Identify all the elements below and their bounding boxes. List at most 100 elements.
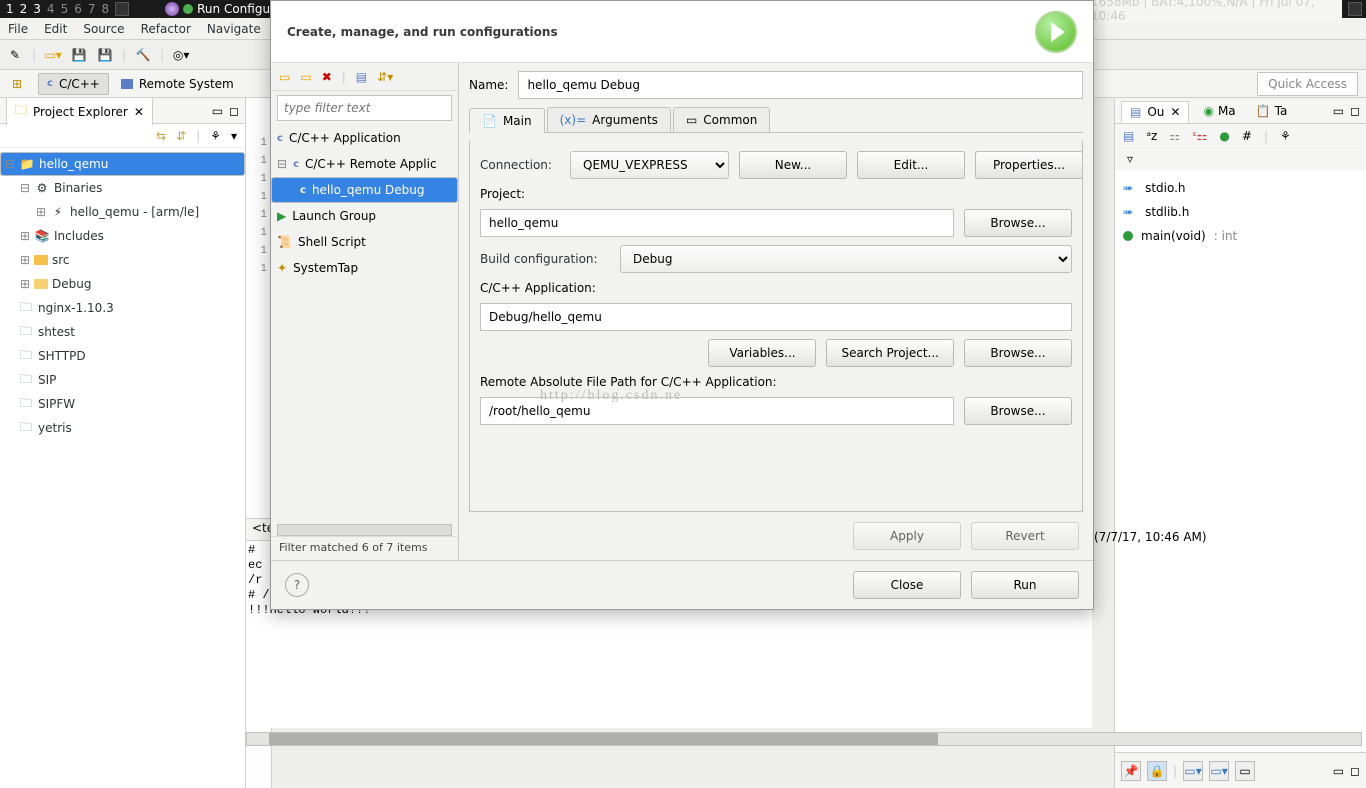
wand-icon[interactable]: ✎ <box>6 46 24 64</box>
target-icon[interactable]: ◎▾ <box>172 46 190 64</box>
horizontal-scrollbar[interactable] <box>246 732 1362 746</box>
console-icon[interactable]: ▭▾ <box>1209 761 1229 781</box>
build-config-select[interactable]: Debug <box>620 245 1072 273</box>
collapse-icon[interactable]: ⊟ <box>20 181 30 195</box>
tab-main[interactable]: 📄 Main <box>469 108 545 133</box>
collapse-icon[interactable]: ⊟ <box>277 157 287 171</box>
remote-browse-button[interactable]: Browse... <box>964 397 1072 425</box>
tree-item-shtest[interactable]: 🗀 shtest <box>0 320 245 344</box>
console-scroll-lock-icon[interactable]: 🔒 <box>1147 761 1167 781</box>
cfg-cpp-app[interactable]: c C/C++ Application <box>271 125 458 151</box>
menu-file[interactable]: File <box>8 22 28 36</box>
task-tab[interactable]: 📋 Ta <box>1250 104 1294 118</box>
properties-button[interactable]: Properties... <box>975 151 1083 179</box>
menu-navigate[interactable]: Navigate <box>207 22 261 36</box>
cfg-cpp-remote[interactable]: ⊟ c C/C++ Remote Applic <box>271 151 458 177</box>
maximize-icon[interactable]: ◻ <box>1350 104 1360 118</box>
perspective-remote[interactable]: Remote System <box>121 77 234 91</box>
tree-item-binaries[interactable]: ⊟ ⚙ Binaries <box>0 176 245 200</box>
expand-icon[interactable]: ⊞ <box>36 205 46 219</box>
menu-refactor[interactable]: Refactor <box>141 22 191 36</box>
remote-path-input[interactable] <box>480 397 954 425</box>
config-tree-scrollbar[interactable] <box>277 524 452 536</box>
collapse-all-icon[interactable]: ⇆ <box>156 129 166 143</box>
focus-icon[interactable]: ⚘ <box>210 129 221 143</box>
save-all-icon[interactable]: 💾 <box>96 46 114 64</box>
open-console-icon[interactable]: ▭ <box>1235 761 1255 781</box>
cfg-systemtap[interactable]: ✦ SystemTap <box>271 255 458 281</box>
help-icon[interactable]: ? <box>285 573 309 597</box>
hide-fields-icon[interactable]: ⚏ <box>1169 129 1180 143</box>
tree-item-hello-qemu[interactable]: ⊟ 📁 hello_qemu <box>0 152 245 176</box>
quick-access[interactable]: Quick Access <box>1257 72 1358 96</box>
perspective-cpp[interactable]: c C/C++ <box>38 73 109 95</box>
expand-icon[interactable]: ⊞ <box>20 229 30 243</box>
delete-config-icon[interactable]: ✖ <box>322 70 332 84</box>
collapse-icon[interactable]: ▤ <box>356 70 367 84</box>
project-input[interactable] <box>480 209 954 237</box>
outline-tree[interactable]: ➠ stdio.h ➠ stdlib.h main(void) : int <box>1115 170 1366 752</box>
project-browse-button[interactable]: Browse... <box>964 209 1072 237</box>
new-config-icon[interactable]: ▭ <box>279 70 290 84</box>
capp-browse-button[interactable]: Browse... <box>964 339 1072 367</box>
menu-source[interactable]: Source <box>83 22 124 36</box>
minimize-icon[interactable]: ▭ <box>1333 104 1344 118</box>
hide-nonpublic-icon[interactable]: ● <box>1219 129 1229 143</box>
tab-common[interactable]: ▭ Common <box>673 107 770 132</box>
capp-input[interactable] <box>480 303 1072 331</box>
maximize-icon[interactable]: ◻ <box>1350 764 1360 778</box>
tree-item-exe[interactable]: ⊞ ⚡ hello_qemu - [arm/le] <box>0 200 245 224</box>
minimize-icon[interactable]: ▭ <box>212 104 223 118</box>
tree-item-yetris[interactable]: 🗀 yetris <box>0 416 245 440</box>
edit-connection-button[interactable]: Edit... <box>857 151 965 179</box>
console-pin-icon[interactable]: 📌 <box>1121 761 1141 781</box>
minimize-icon[interactable]: ▭ <box>1333 764 1344 778</box>
maximize-icon[interactable]: ◻ <box>229 104 239 118</box>
pin-icon[interactable]: ✕ <box>134 105 144 119</box>
search-project-button[interactable]: Search Project... <box>826 339 954 367</box>
variables-button[interactable]: Variables... <box>708 339 816 367</box>
config-tree[interactable]: c C/C++ Application ⊟ c C/C++ Remote App… <box>271 125 458 524</box>
hide-inactive-icon[interactable]: # <box>1242 129 1252 143</box>
tree-item-sipfw[interactable]: 🗀 SIPFW <box>0 392 245 416</box>
filter-input[interactable] <box>277 95 452 121</box>
close-button[interactable]: Close <box>853 571 961 599</box>
tree-item-shttpd[interactable]: 🗀 SHTTPD <box>0 344 245 368</box>
menu-edit[interactable]: Edit <box>44 22 67 36</box>
duplicate-config-icon[interactable]: ▭ <box>300 70 311 84</box>
cfg-shell-script[interactable]: 📜 Shell Script <box>271 229 458 255</box>
tree-item-sip[interactable]: 🗀 SIP <box>0 368 245 392</box>
tree-item-src[interactable]: ⊞ src <box>0 248 245 272</box>
workspace-switcher[interactable]: 12345678 <box>6 2 109 16</box>
tree-item-nginx[interactable]: 🗀 nginx-1.10.3 <box>0 296 245 320</box>
name-input[interactable] <box>518 71 1083 99</box>
view-menu-icon[interactable]: ▾ <box>231 129 237 143</box>
tab-arguments[interactable]: (x)= Arguments <box>547 107 671 132</box>
project-tree[interactable]: ⊟ 📁 hello_qemu ⊟ ⚙ Binaries ⊞ ⚡ hello_qe… <box>0 148 245 444</box>
connection-select[interactable]: QEMU_VEXPRESS <box>570 151 729 179</box>
hide-static-icon[interactable]: ˢ⚏ <box>1192 129 1207 143</box>
outline-item-stdlibh[interactable]: ➠ stdlib.h <box>1123 200 1358 224</box>
display-icon[interactable]: ▭▾ <box>1183 761 1203 781</box>
chevron-down-icon[interactable]: ▿ <box>1127 152 1133 166</box>
cfg-hello-qemu-debug[interactable]: c hello_qemu Debug <box>271 177 458 203</box>
revert-button[interactable]: Revert <box>971 522 1079 550</box>
az-sort-icon[interactable]: ᵃz <box>1146 129 1157 143</box>
tree-item-includes[interactable]: ⊞ 📚 Includes <box>0 224 245 248</box>
new-connection-button[interactable]: New... <box>739 151 847 179</box>
filter-config-icon[interactable]: ⇵▾ <box>377 70 393 84</box>
link-editor-icon[interactable]: ⇵ <box>176 129 186 143</box>
outline-item-main[interactable]: main(void) : int <box>1123 224 1358 248</box>
apply-button[interactable]: Apply <box>853 522 961 550</box>
outline-tab[interactable]: ▤ Ou ✕ <box>1121 101 1189 123</box>
tree-item-debug[interactable]: ⊞ Debug <box>0 272 245 296</box>
run-button[interactable]: Run <box>971 571 1079 599</box>
build-icon[interactable]: 🔨 <box>134 46 152 64</box>
make-tab[interactable]: ◉ Ma <box>1197 104 1241 118</box>
outline-item-stdioh[interactable]: ➠ stdio.h <box>1123 176 1358 200</box>
cfg-launch-group[interactable]: ▶ Launch Group <box>271 203 458 229</box>
open-perspective-icon[interactable]: ⊞ <box>8 75 26 93</box>
project-explorer-tab[interactable]: 🗀 Project Explorer ✕ <box>6 97 153 126</box>
group-icon[interactable]: ⚘ <box>1280 129 1291 143</box>
taskbar-window-title[interactable]: Run Configurat <box>165 2 287 16</box>
